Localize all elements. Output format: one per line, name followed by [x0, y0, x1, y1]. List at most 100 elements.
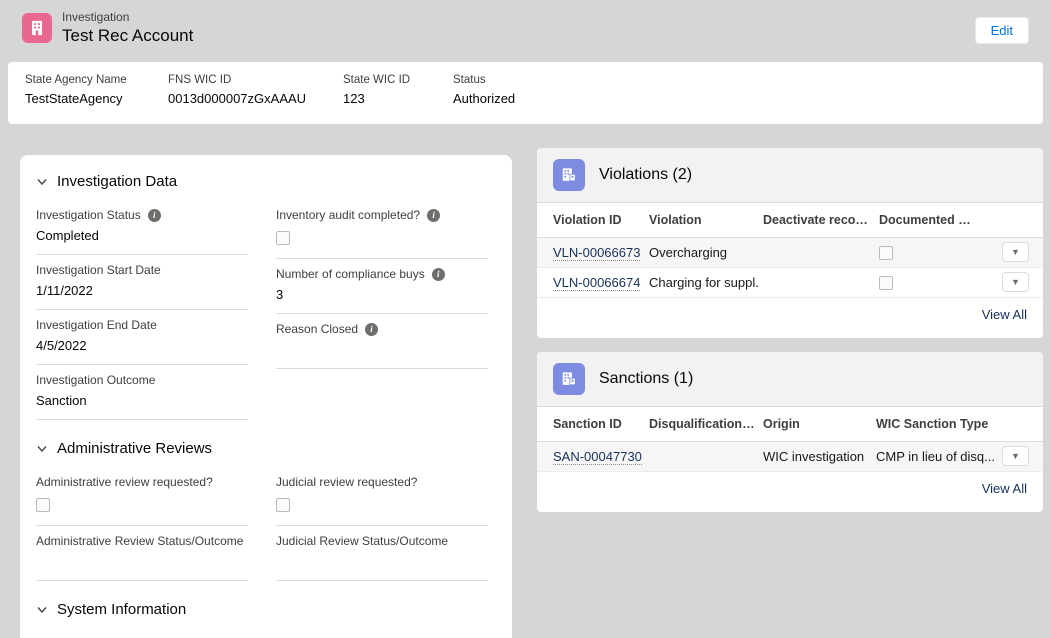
edit-button[interactable]: Edit: [975, 17, 1029, 44]
chevron-down-icon: [36, 176, 48, 188]
info-icon[interactable]: i: [432, 268, 445, 281]
highlight-fns-wic-id: FNS WIC ID 0013d000007zGxAAAU: [168, 74, 306, 106]
sanction-id-link[interactable]: SAN-00047730: [553, 449, 642, 465]
field-label: Investigation End Date: [36, 317, 157, 334]
building-table-icon: [559, 165, 579, 185]
violations-table: Violation ID Violation Deactivate record…: [537, 203, 1043, 298]
field-value: Authorized: [453, 91, 515, 106]
highlight-state-agency-name: State Agency Name TestStateAgency: [25, 74, 127, 106]
wic-sanction-type-cell: CMP in lieu of disq...: [872, 441, 997, 471]
section-investigation-data[interactable]: Investigation Data: [36, 173, 496, 190]
administrative-reviews-fields: Administrative review requested? Adminis…: [36, 467, 496, 581]
field-label: Administrative Review Status/Outcome: [36, 533, 243, 550]
field-label: Reason Closed: [276, 321, 358, 338]
origin-cell: WIC investigation: [759, 441, 872, 471]
section-title: Investigation Data: [57, 173, 177, 190]
info-icon[interactable]: i: [148, 209, 161, 222]
table-row: VLN-00066674 Charging for suppl... ▼: [537, 267, 1043, 297]
column-header[interactable]: Deactivate record?: [759, 203, 875, 237]
field-inventory-audit-completed: Inventory audit completed? i: [276, 200, 488, 259]
related-list-icon[interactable]: [553, 159, 585, 191]
field-business-name: Business Name Test Rec Account: [36, 628, 248, 638]
field-label: FNS WIC ID: [168, 74, 306, 86]
table-header-row: Violation ID Violation Deactivate record…: [537, 203, 1043, 237]
violation-id-link[interactable]: VLN-00066674: [553, 275, 640, 291]
row-actions-button[interactable]: ▼: [1002, 242, 1029, 262]
table-row: SAN-00047730 WIC investigation CMP in li…: [537, 441, 1043, 471]
investigation-entity-icon: [22, 13, 52, 43]
investigation-data-fields: Investigation Status i Completed Investig…: [36, 200, 496, 420]
record-header-text: Investigation Test Rec Account: [62, 10, 193, 46]
field-investigation-status: Investigation Status i Completed: [36, 200, 248, 255]
system-information-fields: Business Name Test Rec Account Created B…: [36, 628, 496, 638]
field-investigation-start-date: Investigation Start Date 1/11/2022: [36, 255, 248, 310]
chevron-down-icon: [36, 443, 48, 455]
building-icon: [27, 18, 47, 38]
field-value: 1/11/2022: [36, 281, 248, 302]
related-list-icon[interactable]: [553, 363, 585, 395]
sanctions-card-header: Sanctions (1): [537, 352, 1043, 407]
fields-column-left: Investigation Status i Completed Investig…: [36, 200, 248, 420]
column-header[interactable]: Origin: [759, 407, 872, 441]
field-label: Investigation Status: [36, 207, 141, 224]
column-header[interactable]: Violation: [645, 203, 759, 237]
violation-cell: Overcharging: [645, 237, 759, 267]
view-all-link[interactable]: View All: [982, 481, 1027, 496]
violations-card-footer: View All: [537, 298, 1043, 332]
related-list-title: Sanctions (1): [599, 370, 693, 388]
field-label: Number of compliance buys: [276, 266, 425, 283]
info-icon[interactable]: i: [365, 323, 378, 336]
field-reason-closed: Reason Closed i: [276, 314, 488, 369]
checkbox[interactable]: [276, 231, 290, 245]
field-label: Administrative review requested?: [36, 474, 213, 491]
checkbox[interactable]: [879, 276, 893, 290]
column-header[interactable]: WIC Sanction Type: [872, 407, 997, 441]
column-header[interactable]: Sanction ID: [537, 407, 645, 441]
chevron-down-icon: [36, 604, 48, 616]
checkbox[interactable]: [879, 246, 893, 260]
section-title: System Information: [57, 601, 186, 618]
field-label: Investigation Outcome: [36, 372, 155, 389]
info-icon[interactable]: i: [427, 209, 440, 222]
field-value: Completed: [36, 226, 248, 247]
table-row: VLN-00066673 Overcharging ▼: [537, 237, 1043, 267]
fields-column-right: Created By TestStateAgencyUser2 Test2 , …: [276, 628, 488, 638]
field-value: 3: [276, 285, 488, 306]
fields-column-left: Business Name Test Rec Account: [36, 628, 248, 638]
checkbox[interactable]: [276, 498, 290, 512]
field-administrative-review-status-outcome: Administrative Review Status/Outcome: [36, 526, 248, 581]
field-label: Status: [453, 74, 515, 86]
field-value: 0013d000007zGxAAAU: [168, 91, 306, 106]
violation-cell: Charging for suppl...: [645, 267, 759, 297]
row-actions-button[interactable]: ▼: [1002, 446, 1029, 466]
column-header-actions: [997, 407, 1043, 441]
section-title: Administrative Reviews: [57, 440, 212, 457]
column-header[interactable]: Disqualification D...: [645, 407, 759, 441]
related-list-title: Violations (2): [599, 166, 692, 184]
field-value: [36, 552, 248, 573]
entity-label: Investigation: [62, 10, 193, 24]
column-header[interactable]: Documented non-...: [875, 203, 977, 237]
field-investigation-end-date: Investigation End Date 4/5/2022: [36, 310, 248, 365]
field-judicial-review-requested: Judicial review requested?: [276, 467, 488, 526]
field-label: State Agency Name: [25, 74, 127, 86]
field-label: Judicial Review Status/Outcome: [276, 533, 448, 550]
record-details-panel: Investigation Data Investigation Status i…: [20, 155, 512, 638]
field-value: 123: [343, 91, 410, 106]
violation-id-link[interactable]: VLN-00066673: [553, 245, 640, 261]
row-actions-button[interactable]: ▼: [1002, 272, 1029, 292]
section-system-information[interactable]: System Information: [36, 601, 496, 618]
checkbox[interactable]: [36, 498, 50, 512]
highlight-status: Status Authorized: [453, 74, 515, 106]
building-table-icon: [559, 369, 579, 389]
field-value: TestStateAgency: [25, 91, 127, 106]
view-all-link[interactable]: View All: [982, 307, 1027, 322]
field-value: [276, 340, 488, 361]
record-page: Investigation Test Rec Account Edit Stat…: [0, 0, 1051, 638]
field-value: [276, 552, 488, 573]
field-created-by: Created By TestStateAgencyUser2 Test2 , …: [276, 628, 488, 638]
column-header[interactable]: Violation ID: [537, 203, 645, 237]
field-label: Inventory audit completed?: [276, 207, 420, 224]
section-administrative-reviews[interactable]: Administrative Reviews: [36, 440, 496, 457]
highlight-state-wic-id: State WIC ID 123: [343, 74, 410, 106]
